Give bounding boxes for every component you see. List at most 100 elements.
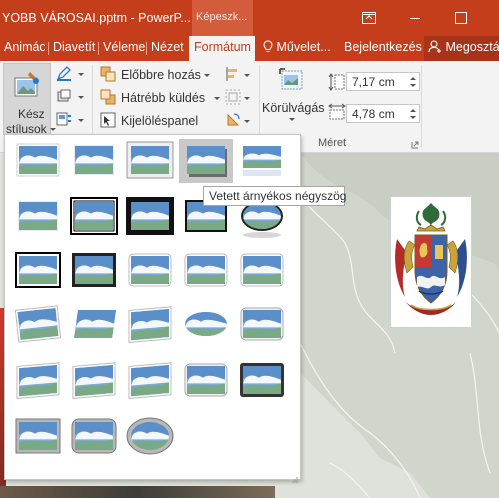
align-button[interactable] — [225, 66, 253, 84]
width-value: 4,78 cm — [352, 107, 395, 121]
width-spinner[interactable]: 4,78 cm — [346, 104, 420, 123]
rotate-button[interactable] — [225, 112, 253, 130]
picture-style-thick-matte-black[interactable] — [123, 195, 177, 239]
crop-icon — [279, 68, 303, 90]
picture-style-rounded-diagonal-corner-white[interactable] — [123, 249, 177, 293]
picture-style-soft-edge-rectangle-2[interactable] — [11, 195, 65, 239]
picture-style-thumbnail — [184, 363, 228, 397]
tab-review[interactable]: Véleme — [103, 40, 145, 54]
tab-slideshow[interactable]: Diavetít — [53, 40, 95, 54]
picture-style-beveled-matte-white[interactable] — [123, 139, 177, 183]
picture-style-simple-frame-white[interactable] — [11, 139, 65, 183]
spin-up-icon[interactable] — [410, 77, 416, 80]
align-icon — [226, 67, 237, 81]
tab-format[interactable]: Formátum — [189, 36, 255, 61]
picture-style-soft-edge-oval[interactable] — [179, 303, 233, 347]
picture-tools-context-group: Képeszk... — [192, 0, 253, 36]
spin-down-icon[interactable] — [410, 116, 416, 119]
ribbon-display-options-button[interactable] — [346, 0, 392, 36]
pen-icon — [56, 66, 71, 81]
picture-style-bevel-rectangle[interactable] — [235, 303, 289, 347]
picture-style-metal-oval[interactable] — [123, 415, 177, 459]
tab-separator — [98, 42, 99, 55]
layout-icon — [56, 112, 71, 126]
send-backward-icon — [100, 89, 116, 105]
send-backward-label: Hátrébb küldés — [121, 91, 206, 105]
dialog-launcher-icon[interactable] — [411, 141, 419, 149]
picture-style-snip-diagonal-corner-white[interactable] — [179, 249, 233, 293]
picture-style-thumbnail — [126, 197, 174, 235]
share-button[interactable]: Megosztás — [424, 36, 499, 61]
restore-window-icon — [362, 12, 376, 24]
minimize-button[interactable] — [392, 0, 438, 36]
picture-style-thumbnail — [72, 253, 116, 287]
sign-in-link[interactable]: Bejelentkezés — [344, 40, 422, 54]
picture-style-drop-shadow-rectangle[interactable] — [179, 139, 233, 183]
picture-style-thumbnail — [126, 141, 174, 179]
picture-style-bevel-perspective[interactable] — [11, 359, 65, 403]
picture-style-thumbnail — [14, 305, 62, 343]
send-backward-button[interactable]: Hátrébb küldés — [100, 89, 224, 107]
picture-style-center-shadow-rectangle[interactable] — [67, 249, 121, 293]
group-separator — [421, 65, 422, 147]
crop-button[interactable]: Körülvágás — [262, 65, 325, 127]
picture-border-button[interactable] — [56, 65, 88, 83]
picture-effects-button[interactable] — [56, 88, 88, 106]
picture-style-thumbnail — [15, 418, 61, 454]
picture-style-thumbnail — [15, 252, 61, 288]
picture-style-thumbnail — [16, 143, 60, 177]
picture-style-reflected-bevel-white[interactable] — [179, 359, 233, 403]
size-group-label: Méret — [318, 137, 347, 149]
picture-style-compound-frame-black[interactable] — [11, 249, 65, 293]
picture-style-thumbnail — [128, 253, 172, 287]
picture-style-thumbnail — [185, 312, 227, 336]
shape-height-icon — [328, 73, 345, 91]
bring-forward-button[interactable]: Előbbre hozás — [100, 66, 215, 84]
picture-style-perspective-shadow-white[interactable] — [67, 303, 121, 347]
picture-style-metal-frame[interactable] — [11, 415, 65, 459]
selection-pane-label: Kijelöléspanel — [121, 114, 199, 128]
resize-grip-icon[interactable] — [291, 470, 298, 483]
picture-style-thumbnail — [243, 146, 281, 176]
group-button[interactable] — [225, 89, 253, 107]
picture-style-metal-rounded-rectangle[interactable] — [67, 415, 121, 459]
tell-me-box[interactable]: Művelet... — [263, 40, 331, 54]
coat-of-arms-image — [391, 197, 471, 327]
ribbon-tabs: Animác Diavetít Véleme Nézet Formátum Mű… — [0, 36, 499, 61]
picture-style-reflected-perspective-right[interactable] — [67, 359, 121, 403]
picture-style-thumbnail — [18, 201, 58, 231]
bring-forward-label: Előbbre hozás — [121, 68, 201, 82]
height-value: 7,17 cm — [352, 75, 395, 89]
title-bar: YOBB VÁROSAI.pptm - PowerP... Képeszk... — [0, 0, 499, 36]
tab-animations[interactable]: Animác — [4, 40, 46, 54]
picture-style-soft-edge-rectangle[interactable] — [67, 139, 121, 183]
context-group-label: Képeszk... — [196, 11, 248, 23]
picture-style-thumbnail — [16, 362, 60, 400]
picture-style-thumbnail — [187, 146, 227, 177]
add-person-icon — [428, 40, 441, 53]
tell-me-label: Művelet... — [276, 40, 331, 54]
picture-style-thumbnail — [240, 307, 284, 341]
picture-style-rotated-white[interactable] — [11, 303, 65, 347]
selection-pane-button[interactable]: Kijelöléspanel — [100, 112, 200, 130]
photo-strip — [0, 486, 275, 498]
quick-styles-button[interactable]: Kész stílusok — [3, 63, 57, 136]
picture-style-double-frame-black[interactable] — [67, 195, 121, 239]
picture-style-thumbnail — [128, 362, 172, 400]
height-spinner[interactable]: 7,17 cm — [346, 72, 420, 91]
spin-up-icon[interactable] — [410, 109, 416, 112]
spin-down-icon[interactable] — [410, 84, 416, 87]
picture-style-bevel-perspective-left-white[interactable] — [123, 359, 177, 403]
picture-style-reflected-rounded-rectangle[interactable] — [235, 139, 289, 183]
group-objects-icon — [225, 89, 241, 105]
picture-style-thumbnail — [184, 253, 228, 287]
maximize-button[interactable] — [438, 0, 484, 36]
lightbulb-icon — [263, 40, 273, 52]
picture-style-thumbnail — [74, 310, 117, 338]
picture-style-reflected-bevel-black[interactable] — [235, 359, 289, 403]
picture-layout-button[interactable] — [56, 111, 88, 129]
picture-style-moderate-frame-white[interactable] — [235, 249, 289, 293]
tab-view[interactable]: Nézet — [151, 40, 184, 54]
selected-picture-coat-of-arms[interactable] — [390, 196, 472, 328]
picture-style-relaxed-perspective-white[interactable] — [123, 303, 177, 347]
